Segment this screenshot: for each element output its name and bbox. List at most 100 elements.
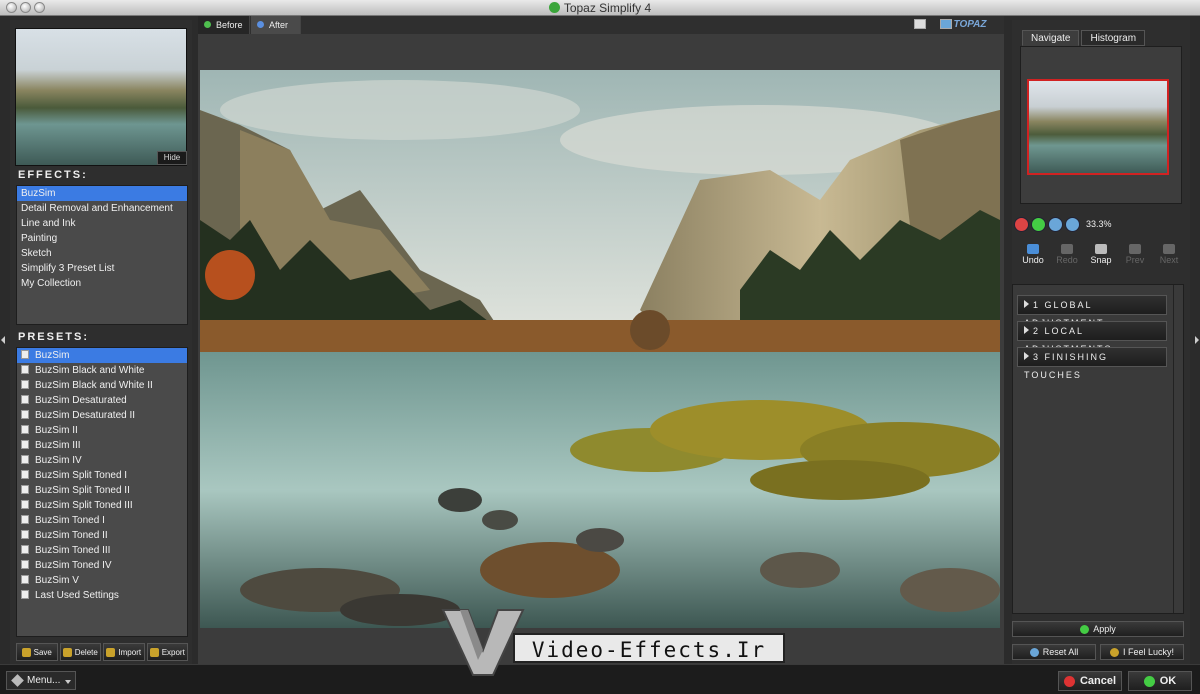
next-icon xyxy=(1163,244,1175,254)
next-button[interactable]: Next xyxy=(1154,242,1184,270)
zoom-level: 33.3% xyxy=(1086,219,1112,229)
preview-thumbnail[interactable] xyxy=(15,28,187,166)
effect-item[interactable]: Painting xyxy=(17,231,187,246)
save-icon xyxy=(21,647,31,657)
ok-button[interactable]: OK xyxy=(1128,671,1192,691)
local-adjustments-section[interactable]: 2 LOCAL ADJUSTMENTS xyxy=(1017,321,1167,354)
preset-label: BuzSim Split Toned I xyxy=(35,470,128,481)
lucky-label: I Feel Lucky! xyxy=(1122,647,1175,657)
effects-label: EFFECTS: xyxy=(18,169,88,181)
prev-button[interactable]: Prev xyxy=(1120,242,1150,270)
cancel-label: Cancel xyxy=(1079,675,1117,687)
zoom-bar: 33.3% xyxy=(1014,216,1112,232)
preset-file-icon xyxy=(21,380,29,389)
save-button[interactable]: Save xyxy=(16,643,58,661)
effect-item[interactable]: My Collection xyxy=(17,276,187,291)
preset-item[interactable]: BuzSim Split Toned III xyxy=(17,498,187,513)
reset-all-button[interactable]: Reset All xyxy=(1012,644,1096,660)
preset-item[interactable]: BuzSim Split Toned II xyxy=(17,483,187,498)
finishing-touches-section[interactable]: 3 FINISHING TOUCHES xyxy=(1017,347,1167,380)
preview-image[interactable] xyxy=(200,70,1000,628)
cancel-button[interactable]: Cancel xyxy=(1058,671,1122,691)
preset-file-icon xyxy=(21,395,29,404)
preset-file-icon xyxy=(21,470,29,479)
snap-button[interactable]: Snap xyxy=(1086,242,1116,270)
preset-label: BuzSim Split Toned II xyxy=(35,485,130,496)
preview-area: Before After TOPAZ xyxy=(198,16,1004,664)
preset-label: BuzSim Toned III xyxy=(35,545,111,556)
preset-file-icon xyxy=(21,500,29,509)
apply-label: Apply xyxy=(1093,624,1116,634)
prev-icon xyxy=(1129,244,1141,254)
preset-item[interactable]: BuzSim Toned I xyxy=(17,513,187,528)
preset-label: BuzSim Black and White xyxy=(35,365,145,376)
preset-item[interactable]: BuzSim Black and White xyxy=(17,363,187,378)
export-icon xyxy=(149,647,159,657)
effect-item[interactable]: Sketch xyxy=(17,246,187,261)
actual-size-icon[interactable] xyxy=(1065,216,1080,232)
tab-before[interactable]: Before xyxy=(198,16,250,34)
dice-icon xyxy=(1109,647,1119,657)
preset-item[interactable]: BuzSim Desaturated II xyxy=(17,408,187,423)
tab-navigate[interactable]: Navigate xyxy=(1022,30,1080,46)
collapse-left-icon[interactable] xyxy=(1,336,5,344)
preset-item[interactable]: BuzSim Black and White II xyxy=(17,378,187,393)
effect-item[interactable]: Line and Ink xyxy=(17,216,187,231)
effect-item[interactable]: Detail Removal and Enhancement xyxy=(17,201,187,216)
menu-button[interactable]: Menu... xyxy=(6,671,76,690)
global-adjustment-section[interactable]: 1 GLOBAL ADJUSTMENT xyxy=(1017,295,1167,328)
preset-file-icon xyxy=(21,350,29,359)
preset-item[interactable]: BuzSim Toned III xyxy=(17,543,187,558)
chevron-down-icon xyxy=(65,680,71,684)
apply-button[interactable]: Apply xyxy=(1012,621,1184,637)
presets-list: BuzSim BuzSim Black and White BuzSim Black… xyxy=(16,347,188,637)
preset-item[interactable]: BuzSim II xyxy=(17,423,187,438)
preset-label: BuzSim V xyxy=(35,575,79,586)
navigator-tabs: Navigate Histogram xyxy=(1022,30,1147,46)
preset-item[interactable]: BuzSim Toned II xyxy=(17,528,187,543)
preset-item[interactable]: BuzSim IV xyxy=(17,453,187,468)
delete-button[interactable]: Delete xyxy=(59,643,101,661)
preset-item[interactable]: BuzSim Toned IV xyxy=(17,558,187,573)
preset-label: Last Used Settings xyxy=(35,590,119,601)
export-button[interactable]: Export xyxy=(146,643,188,661)
preset-item[interactable]: BuzSim xyxy=(17,348,187,363)
preset-label: BuzSim Black and White II xyxy=(35,380,153,391)
import-button[interactable]: Import xyxy=(103,643,145,661)
preset-file-icon xyxy=(21,515,29,524)
landscape-painting xyxy=(200,70,1000,628)
lucky-button[interactable]: I Feel Lucky! xyxy=(1100,644,1184,660)
single-view-icon[interactable] xyxy=(914,19,926,29)
adjustments-panel: 1 GLOBAL ADJUSTMENT 2 LOCAL ADJUSTMENTS … xyxy=(1012,284,1184,614)
preset-label: BuzSim IV xyxy=(35,455,82,466)
preset-item[interactable]: BuzSim V xyxy=(17,573,187,588)
preset-item[interactable]: BuzSim Split Toned I xyxy=(17,468,187,483)
tab-after[interactable]: After xyxy=(251,16,301,34)
preset-item[interactable]: Last Used Settings xyxy=(17,588,187,603)
preset-buttons: Save Delete Import Export xyxy=(16,643,188,661)
tab-histogram[interactable]: Histogram xyxy=(1081,30,1146,46)
zoom-out-icon[interactable] xyxy=(1014,216,1029,232)
expand-arrow-icon xyxy=(1024,300,1029,308)
preset-file-icon xyxy=(21,455,29,464)
undo-button[interactable]: Undo xyxy=(1018,242,1048,270)
fit-icon[interactable] xyxy=(1048,216,1063,232)
wrench-icon xyxy=(11,674,24,687)
redo-button[interactable]: Redo xyxy=(1052,242,1082,270)
preset-item[interactable]: BuzSim Desaturated xyxy=(17,393,187,408)
after-dot-icon xyxy=(257,21,264,28)
preset-label: BuzSim Toned I xyxy=(35,515,105,526)
presets-label: PRESETS: xyxy=(18,331,90,343)
hide-button[interactable]: Hide xyxy=(157,151,187,165)
collapse-right-icon[interactable] xyxy=(1195,336,1199,344)
effect-item[interactable]: Simplify 3 Preset List xyxy=(17,261,187,276)
adjustments-scrollbar[interactable] xyxy=(1173,285,1183,613)
zoom-in-icon[interactable] xyxy=(1031,216,1046,232)
preset-label: BuzSim Split Toned III xyxy=(35,500,133,511)
ok-check-icon xyxy=(1143,675,1155,687)
preset-item[interactable]: BuzSim III xyxy=(17,438,187,453)
navigator-thumbnail[interactable] xyxy=(1027,79,1169,175)
redo-icon xyxy=(1061,244,1073,254)
effect-item[interactable]: BuzSim xyxy=(17,186,187,201)
right-panel: Navigate Histogram 33.3% Undo Redo Snap … xyxy=(1012,20,1190,664)
